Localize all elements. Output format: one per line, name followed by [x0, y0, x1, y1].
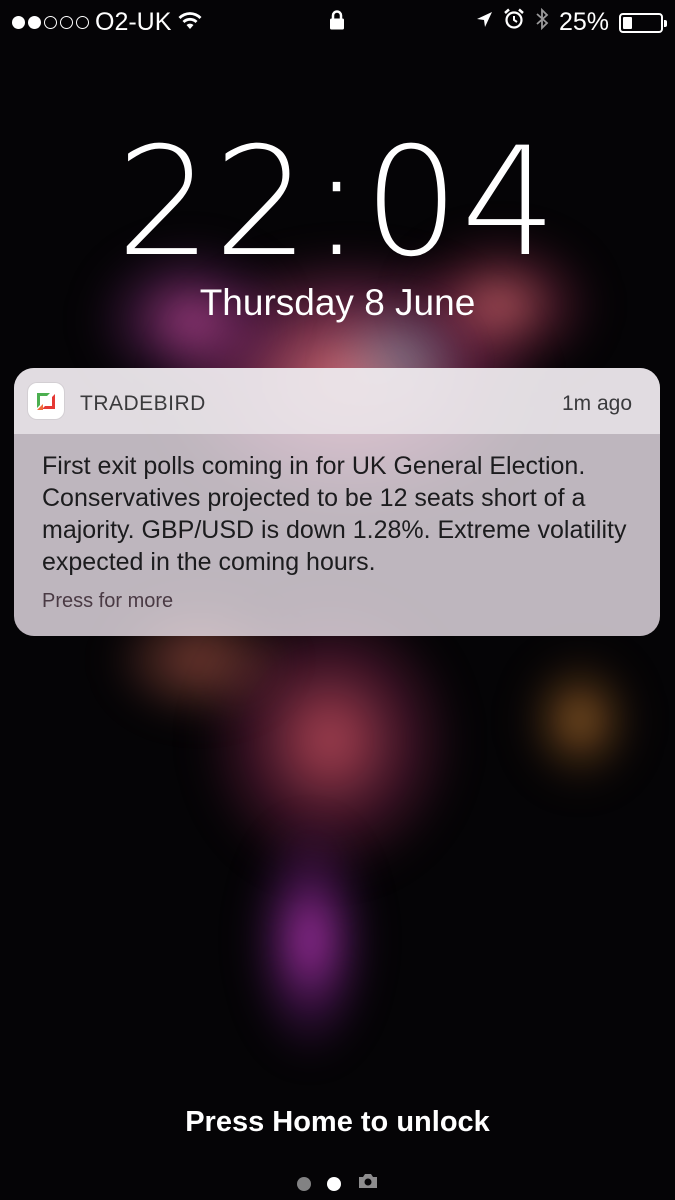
alarm-icon [503, 8, 525, 37]
carrier-name: O2-UK [95, 8, 172, 36]
notification-time: 1m ago [561, 392, 632, 415]
lock-icon [329, 9, 345, 38]
wifi-icon [177, 8, 203, 37]
signal-strength [12, 16, 89, 29]
unlock-hint: Press Home to unlock [185, 1106, 490, 1138]
wallpaper-burst [250, 820, 370, 1060]
lock-screen-time: 22:04 [116, 116, 559, 290]
signal-dot [28, 16, 41, 29]
signal-dot [12, 16, 25, 29]
location-arrow-icon [475, 8, 493, 37]
signal-dot [44, 16, 57, 29]
status-left: O2-UK [12, 8, 203, 37]
lock-screen-date: Thursday 8 June [199, 282, 476, 323]
page-dot-active[interactable] [327, 1176, 341, 1191]
notification-app-name: TRADEBIRD [80, 392, 206, 415]
notification-header: TRADEBIRD 1m ago [14, 368, 660, 434]
battery-level [623, 16, 632, 29]
notification-card[interactable]: TRADEBIRD 1m ago First exit polls coming… [14, 368, 660, 636]
battery-icon [619, 12, 667, 33]
battery-percent: 25% [558, 8, 609, 36]
bluetooth-icon [535, 7, 549, 37]
press-for-more-hint: Press for more [42, 590, 174, 612]
wallpaper-burst [520, 650, 640, 790]
tradebird-app-icon [28, 383, 64, 419]
page-indicator[interactable] [297, 1172, 379, 1195]
page-dot-inactive[interactable] [297, 1176, 311, 1191]
notification-body: First exit polls coming in for UK Genera… [42, 452, 627, 576]
camera-icon[interactable] [357, 1172, 379, 1195]
status-right: 25% [475, 7, 667, 37]
signal-dot [60, 16, 73, 29]
status-bar: O2-UK 25% [0, 0, 675, 44]
battery-tip [664, 19, 667, 27]
signal-dot [76, 16, 89, 29]
